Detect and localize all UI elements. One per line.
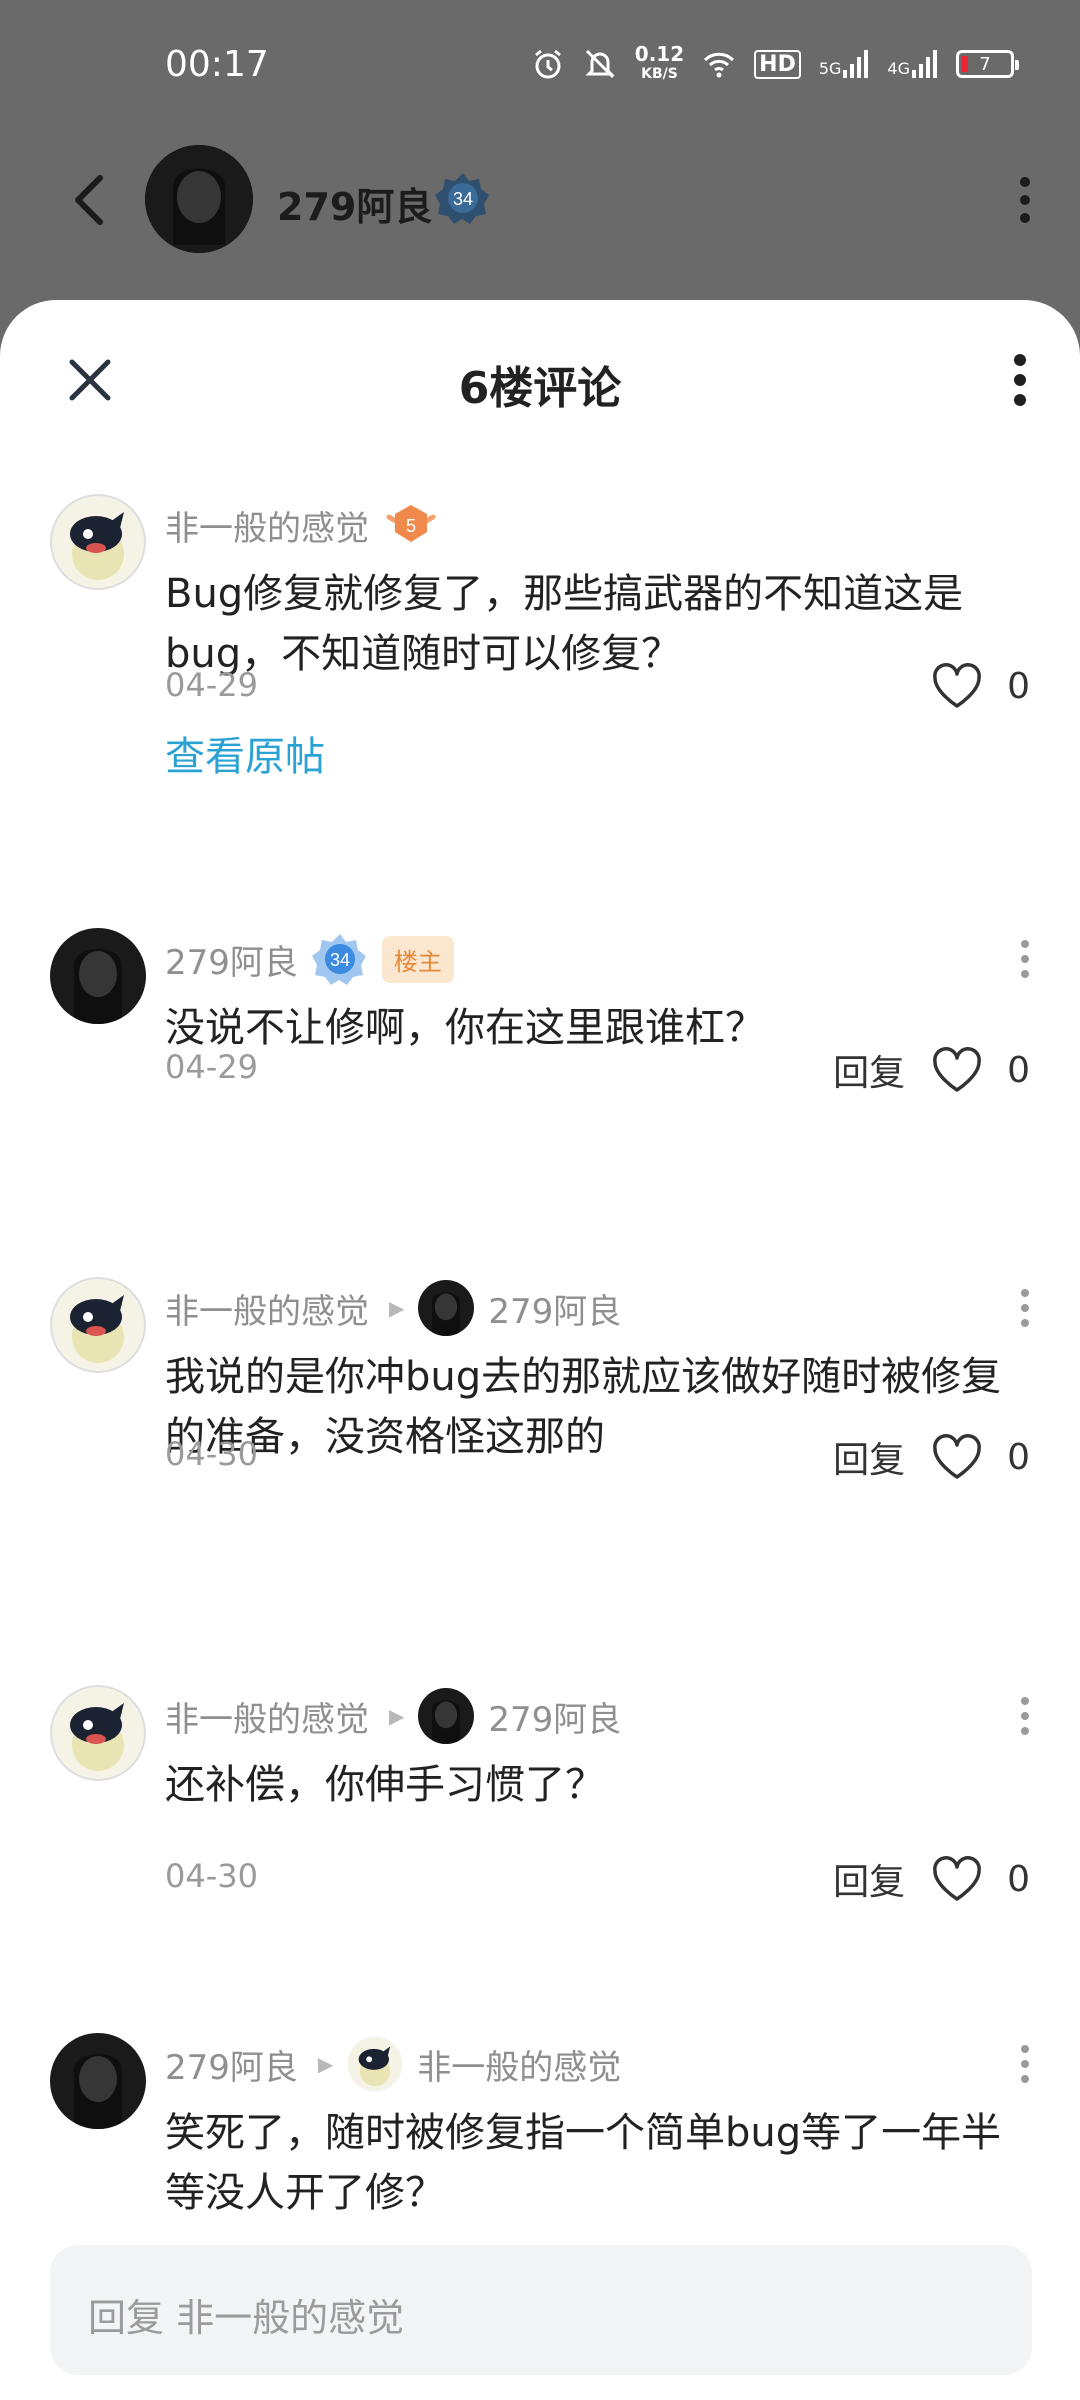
more-vertical-icon[interactable] <box>1010 1283 1040 1333</box>
svg-text:34: 34 <box>330 950 350 970</box>
avatar[interactable] <box>50 2033 146 2129</box>
view-original-post-link[interactable]: 查看原帖 <box>165 724 325 782</box>
svg-text:5: 5 <box>406 516 416 536</box>
more-vertical-icon[interactable] <box>1010 170 1040 230</box>
comment-text: 笑死了，随时被修复指一个简单bug等了一年半等没人开了修？ <box>165 2110 1002 2216</box>
reply-button[interactable]: 回复 <box>833 1853 905 1905</box>
comment-author[interactable]: 279阿良 <box>165 935 298 984</box>
main-comment: 非一般的感觉 5 Bug修复就修复了，那些搞武器的不知道这是bug，不知道随时可… <box>0 494 1080 874</box>
battery-level: 7 <box>979 53 991 75</box>
reply-item: 非一般的感觉 ▶ 279阿良 还补偿，你伸手习惯了？ 04-30 回复 0 <box>0 1685 1080 1903</box>
comment-author[interactable]: 279阿良 <box>165 2040 298 2089</box>
heart-icon[interactable] <box>931 662 983 710</box>
reply-button[interactable]: 回复 <box>833 1044 905 1096</box>
comment-sheet: 6楼评论 非一般的感觉 5 Bug修复就修复了，那些搞武器的不知道这是bug，不… <box>0 300 1080 2400</box>
reply-item: 279阿良 34 楼主 没说不让修啊，你在这里跟谁杠？ 04-29 回复 0 <box>0 928 1080 1128</box>
like-count: 0 <box>1007 1436 1030 1478</box>
net-speed: 0.12 KB/S <box>635 44 684 84</box>
net-speed-value: 0.12 <box>634 42 685 66</box>
comment-author[interactable]: 非一般的感觉 <box>165 1284 369 1333</box>
like-count: 0 <box>1007 665 1030 707</box>
comment-header: 279阿良 34 楼主 <box>165 934 454 985</box>
comment-header: 非一般的感觉 ▶ 279阿良 <box>165 1688 621 1744</box>
more-vertical-icon[interactable] <box>1010 934 1040 984</box>
comment-text: Bug修复就修复了，那些搞武器的不知道这是bug，不知道随时可以修复？ <box>165 571 964 677</box>
like-count: 0 <box>1007 1049 1030 1091</box>
owner-tag: 楼主 <box>381 935 454 983</box>
status-time: 00:17 <box>165 44 269 85</box>
net-speed-unit: KB/S <box>641 66 678 82</box>
avatar[interactable] <box>50 494 146 590</box>
reply-arrow-icon: ▶ <box>317 2052 334 2076</box>
reply-arrow-icon: ▶ <box>389 1704 405 1728</box>
hd-label: HD <box>754 49 801 79</box>
reply-to-name[interactable]: 279阿良 <box>488 1284 621 1333</box>
comment-actions: 0 <box>931 662 1030 710</box>
header-user-name[interactable]: 279阿良 <box>277 176 432 231</box>
comment-author[interactable]: 非一般的感觉 <box>165 501 369 550</box>
reply-input-placeholder: 回复 非一般的感觉 <box>88 2296 405 2340</box>
signal-4g: 4G <box>887 50 938 78</box>
comment-date: 04-30 <box>165 1857 258 1895</box>
comment-actions: 回复 0 <box>833 1044 1030 1096</box>
battery-icon: 7 <box>956 50 1019 78</box>
signal-5g: 5G <box>819 50 870 78</box>
comment-header: 非一般的感觉 ▶ 279阿良 <box>165 1280 621 1336</box>
more-vertical-icon[interactable] <box>1010 1691 1040 1741</box>
background-header: 279阿良 34 <box>0 140 1080 260</box>
status-bar: 00:17 0.12 KB/S HD 5G 4G 7 <box>0 0 1080 130</box>
comment-date: 04-30 <box>165 1435 258 1473</box>
reply-arrow-icon: ▶ <box>389 1296 405 1320</box>
comment-header: 279阿良 ▶ 非一般的感觉 <box>165 2036 621 2092</box>
more-vertical-icon[interactable] <box>1010 2039 1040 2089</box>
svg-text:34: 34 <box>453 189 473 209</box>
avatar[interactable] <box>50 1277 146 1373</box>
heart-icon[interactable] <box>931 1855 983 1903</box>
level-badge-icon: 34 <box>435 173 489 224</box>
avatar <box>418 1280 475 1336</box>
heart-icon[interactable] <box>931 1046 983 1094</box>
reply-button[interactable]: 回复 <box>833 1431 905 1483</box>
comment-date: 04-29 <box>165 666 258 704</box>
signal-icon <box>912 50 937 78</box>
reply-to-name[interactable]: 非一般的感觉 <box>417 2040 621 2089</box>
avatar <box>418 1688 475 1744</box>
mute-icon <box>585 49 615 79</box>
wifi-icon <box>704 52 735 78</box>
alarm-icon <box>534 49 561 79</box>
reply-item: 非一般的感觉 ▶ 279阿良 我说的是你冲bug去的那就应该做好随时被修复的准备… <box>0 1277 1080 1517</box>
reply-input[interactable]: 回复 非一般的感觉 <box>50 2245 1032 2375</box>
more-vertical-icon[interactable] <box>1000 345 1040 415</box>
comment-author[interactable]: 非一般的感觉 <box>165 1692 369 1741</box>
level-badge-icon: 34 <box>311 934 366 985</box>
avatar[interactable] <box>50 928 146 1024</box>
avatar[interactable] <box>145 145 253 253</box>
chevron-left-icon[interactable] <box>66 170 116 230</box>
comment-text: 还补偿，你伸手习惯了？ <box>165 1762 605 1808</box>
comment-date: 04-29 <box>165 1048 258 1086</box>
sheet-title: 6楼评论 <box>458 363 622 414</box>
reply-to-name[interactable]: 279阿良 <box>488 1692 621 1741</box>
status-icons: 0.12 KB/S HD 5G 4G 7 <box>531 44 1019 84</box>
reply-item: 279阿良 ▶ 非一般的感觉 笑死了，随时被修复指一个简单bug等了一年半等没人… <box>0 2033 1080 2233</box>
signal-icon <box>843 50 869 78</box>
comment-actions: 回复 0 <box>833 1853 1030 1905</box>
heart-icon[interactable] <box>931 1433 983 1481</box>
like-count: 0 <box>1007 1858 1030 1900</box>
level-badge-icon: 5 <box>386 505 436 542</box>
avatar <box>347 2036 403 2092</box>
avatar[interactable] <box>50 1685 146 1781</box>
comment-actions: 回复 0 <box>833 1431 1030 1483</box>
comment-header: 非一般的感觉 5 <box>165 500 439 550</box>
